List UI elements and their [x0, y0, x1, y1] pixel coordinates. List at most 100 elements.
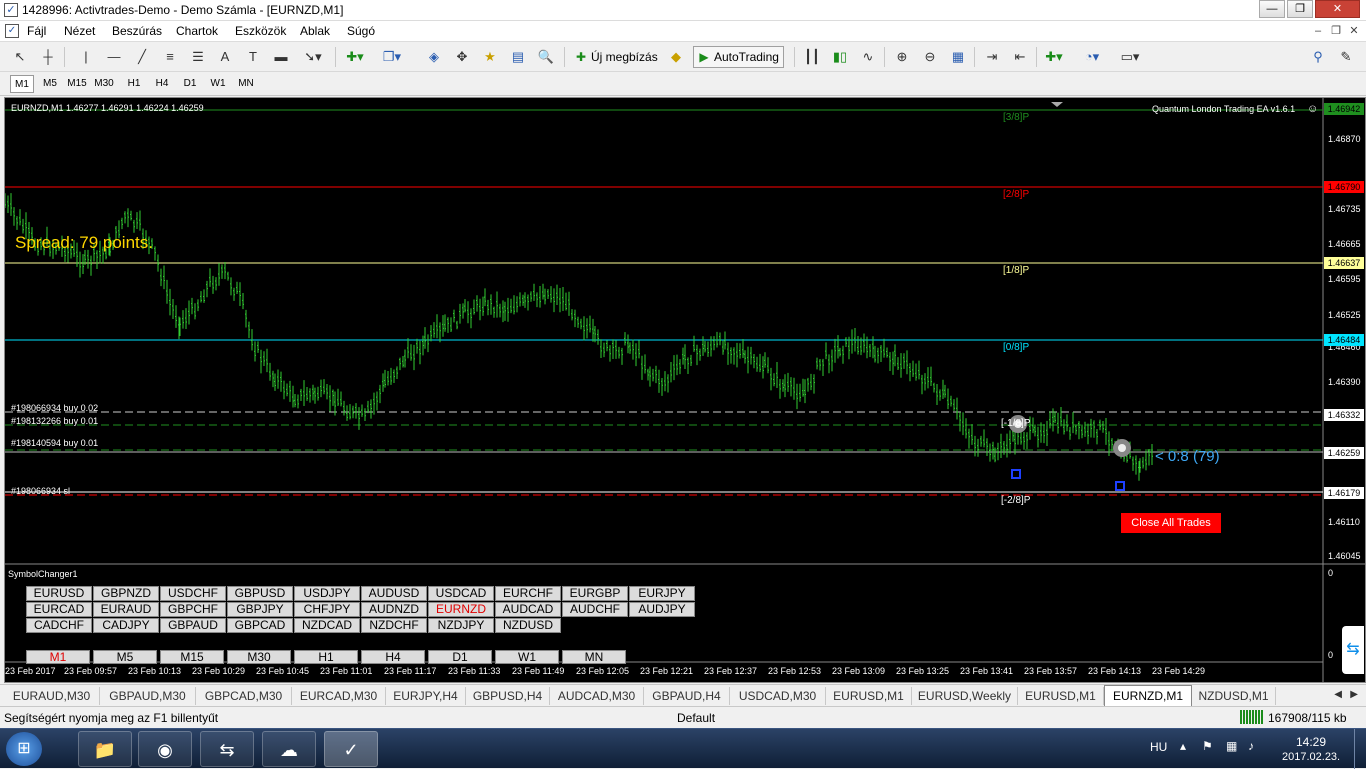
chart-tab[interactable]: EURAUD,M30 — [4, 687, 100, 705]
symbol-button-eurnzd[interactable]: EURNZD — [428, 602, 494, 617]
timeframe-h1[interactable]: H1 — [122, 75, 146, 93]
firefox-icon[interactable]: ◉ — [138, 731, 192, 767]
clock-time[interactable]: 14:29 — [1296, 735, 1326, 749]
bar-chart-icon[interactable]: ┃┃ — [802, 47, 822, 67]
menu-tools[interactable]: Eszközök — [235, 24, 286, 38]
chart-tab[interactable]: GBPAUD,M30 — [100, 687, 196, 705]
tester-icon[interactable]: 🔍 — [536, 47, 556, 67]
metatrader-icon[interactable]: ✓ — [324, 731, 378, 767]
symbol-button-usdjpy[interactable]: USDJPY — [294, 586, 360, 601]
crosshair-icon[interactable]: ┼ — [38, 47, 58, 67]
menu-charts[interactable]: Chartok — [176, 24, 218, 38]
channel-icon[interactable]: ≡ — [160, 47, 180, 67]
fibonacci-icon[interactable]: ☰ — [188, 47, 208, 67]
minimize-icon[interactable]: — — [1259, 0, 1285, 18]
close-icon[interactable]: ✕ — [1315, 0, 1360, 18]
symbol-changer-tf-h4[interactable]: H4 — [361, 650, 425, 664]
symbol-button-gbpaud[interactable]: GBPAUD — [160, 618, 226, 633]
menu-window[interactable]: Ablak — [300, 24, 330, 38]
symbol-changer-tf-h1[interactable]: H1 — [294, 650, 358, 664]
show-desktop-button[interactable] — [1354, 729, 1366, 769]
symbol-button-eurjpy[interactable]: EURJPY — [629, 586, 695, 601]
chart-tab[interactable]: EURJPY,H4 — [386, 687, 466, 705]
indicators-icon[interactable]: ✚▾ — [1044, 47, 1064, 67]
teamviewer-icon[interactable]: ⇆ — [200, 731, 254, 767]
navigator-icon[interactable]: ✥ — [452, 47, 472, 67]
auto-scroll-icon[interactable]: ⇥ — [982, 47, 1002, 67]
symbol-button-eurcad[interactable]: EURCAD — [26, 602, 92, 617]
symbol-button-eurusd[interactable]: EURUSD — [26, 586, 92, 601]
autotrading-button[interactable]: ▶ AutoTrading — [693, 46, 784, 68]
tray-volume-icon[interactable]: ♪ — [1248, 739, 1254, 753]
chat-icon[interactable]: ✎ — [1336, 47, 1356, 67]
timeframe-h4[interactable]: H4 — [150, 75, 174, 93]
language-indicator[interactable]: HU — [1150, 740, 1167, 754]
search-icon[interactable]: ⚲ — [1308, 47, 1328, 67]
document-icon[interactable]: ✓ — [5, 24, 19, 38]
clock-date[interactable]: 2017.02.23. — [1282, 751, 1340, 763]
chart-tab[interactable]: AUDCAD,M30 — [550, 687, 644, 705]
explorer-icon[interactable]: 📁 — [78, 731, 132, 767]
symbol-button-chfjpy[interactable]: CHFJPY — [294, 602, 360, 617]
close-all-trades-button[interactable]: Close All Trades — [1121, 513, 1221, 533]
menu-help[interactable]: Súgó — [347, 24, 375, 38]
symbol-button-nzdchf[interactable]: NZDCHF — [361, 618, 427, 633]
symbol-button-gbpusd[interactable]: GBPUSD — [227, 586, 293, 601]
timeframe-mn[interactable]: MN — [234, 75, 258, 93]
symbol-changer-tf-mn[interactable]: MN — [562, 650, 626, 664]
symbol-button-usdchf[interactable]: USDCHF — [160, 586, 226, 601]
zoom-in-icon[interactable]: ⊕ — [892, 47, 912, 67]
start-icon[interactable]: ⊞ — [6, 732, 42, 766]
profiles-icon[interactable]: ❐▾ — [382, 47, 402, 67]
symbol-button-usdcad[interactable]: USDCAD — [428, 586, 494, 601]
symbol-button-euraud[interactable]: EURAUD — [93, 602, 159, 617]
symbol-button-cadchf[interactable]: CADCHF — [26, 618, 92, 633]
chart-tab[interactable]: USDCAD,M30 — [730, 687, 826, 705]
line-chart-icon[interactable]: ∿ — [858, 47, 878, 67]
symbol-button-eurgbp[interactable]: EURGBP — [562, 586, 628, 601]
chart-tab[interactable]: EURNZD,M1 — [1104, 685, 1192, 706]
chart-tab[interactable]: NZDUSD,M1 — [1192, 687, 1276, 705]
metaeditor-icon[interactable]: ◆ — [666, 47, 686, 67]
symbol-button-cadjpy[interactable]: CADJPY — [93, 618, 159, 633]
symbol-button-gbpchf[interactable]: GBPCHF — [160, 602, 226, 617]
symbol-button-eurchf[interactable]: EURCHF — [495, 586, 561, 601]
trendline-icon[interactable]: ╱ — [132, 47, 152, 67]
timeframe-m1[interactable]: M1 — [10, 75, 34, 93]
cursor-icon[interactable]: ↖ — [10, 47, 30, 67]
new-chart-icon[interactable]: ✚▾ — [345, 47, 365, 67]
chart-tab[interactable]: EURUSD,M1 — [826, 687, 912, 705]
chart-tab[interactable]: EURCAD,M30 — [292, 687, 386, 705]
data-window-icon[interactable]: ★ — [480, 47, 500, 67]
chart-shift-icon[interactable]: ⇤ — [1010, 47, 1030, 67]
chart-tab[interactable]: GBPAUD,H4 — [644, 687, 730, 705]
horizontal-line-icon[interactable]: — — [104, 47, 124, 67]
symbol-button-nzdusd[interactable]: NZDUSD — [495, 618, 561, 633]
teamviewer-panel-icon[interactable]: ⇆ — [1342, 626, 1364, 674]
vertical-line-icon[interactable]: | — [76, 47, 96, 67]
symbol-button-gbpnzd[interactable]: GBPNZD — [93, 586, 159, 601]
tray-network-icon[interactable]: ▦ — [1226, 739, 1237, 753]
text-label-icon[interactable]: T — [243, 47, 263, 67]
terminal-icon[interactable]: ▤ — [508, 47, 528, 67]
symbol-changer-tf-m1[interactable]: M1 — [26, 650, 90, 664]
text-tool-icon[interactable]: A — [215, 47, 235, 67]
mdi-minimize-icon[interactable]: – — [1310, 24, 1326, 38]
symbol-button-nzdcad[interactable]: NZDCAD — [294, 618, 360, 633]
tab-scroll-right-icon[interactable]: ▶ — [1350, 689, 1358, 700]
menu-insert[interactable]: Beszúrás — [112, 24, 162, 38]
symbol-changer-tf-m30[interactable]: M30 — [227, 650, 291, 664]
tray-arrow-icon[interactable]: ▴ — [1180, 739, 1186, 753]
timeframe-d1[interactable]: D1 — [178, 75, 202, 93]
symbol-button-audcad[interactable]: AUDCAD — [495, 602, 561, 617]
symbol-changer-tf-m5[interactable]: M5 — [93, 650, 157, 664]
chart-tab[interactable]: EURUSD,Weekly — [912, 687, 1018, 705]
timeframe-m5[interactable]: M5 — [38, 75, 62, 93]
symbol-button-audjpy[interactable]: AUDJPY — [629, 602, 695, 617]
symbol-changer-tf-d1[interactable]: D1 — [428, 650, 492, 664]
menu-file[interactable]: Fájl — [27, 24, 46, 38]
tab-scroll-left-icon[interactable]: ◀ — [1334, 689, 1342, 700]
symbol-button-nzdjpy[interactable]: NZDJPY — [428, 618, 494, 633]
mdi-restore-icon[interactable]: ❐ — [1328, 24, 1344, 38]
market-watch-icon[interactable]: ◈ — [424, 47, 444, 67]
